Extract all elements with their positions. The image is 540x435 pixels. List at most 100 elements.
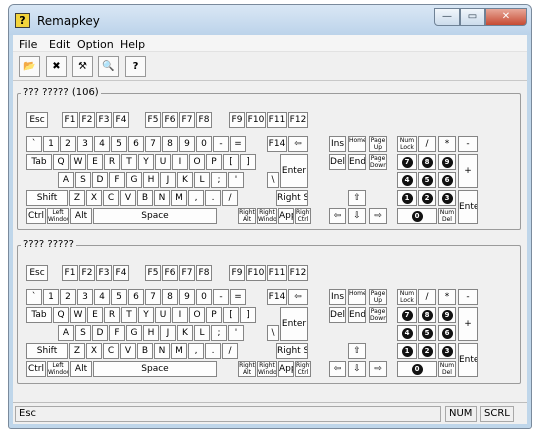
key-m[interactable]: M <box>171 343 187 359</box>
key-f8[interactable]: F8 <box>196 265 212 281</box>
key-f6[interactable]: F6 <box>162 112 178 128</box>
key-comma[interactable]: , <box>188 190 204 206</box>
key-n4[interactable]: 4 <box>397 325 417 341</box>
key-u[interactable]: U <box>155 154 171 170</box>
key-n[interactable]: N <box>154 190 170 206</box>
view-icon[interactable]: 🔍 <box>98 56 119 77</box>
key-j[interactable]: J <box>160 325 176 341</box>
key-n0[interactable]: 0 <box>397 208 437 224</box>
key-numadd[interactable]: + <box>458 154 478 188</box>
key-n1[interactable]: 1 <box>397 190 417 206</box>
key-numsub[interactable]: - <box>458 136 478 152</box>
key-f11[interactable]: F11 <box>267 265 287 281</box>
key-v[interactable]: V <box>120 190 136 206</box>
key-1[interactable]: 1 <box>43 289 59 305</box>
key-f9[interactable]: F9 <box>229 112 245 128</box>
key-x[interactable]: X <box>86 343 102 359</box>
tools-icon[interactable]: ⚒ <box>72 56 93 77</box>
key-3[interactable]: 3 <box>77 289 93 305</box>
key-g[interactable]: G <box>126 325 142 341</box>
key-h[interactable]: H <box>143 325 159 341</box>
key-5[interactable]: 5 <box>111 289 127 305</box>
key-down[interactable]: ⇩ <box>348 208 366 224</box>
key-n2[interactable]: 2 <box>418 343 436 359</box>
key-f11[interactable]: F11 <box>267 112 287 128</box>
key-a[interactable]: A <box>58 172 74 188</box>
key-f7[interactable]: F7 <box>179 112 195 128</box>
key-n7[interactable]: 7 <box>397 307 417 323</box>
key-nummul[interactable]: * <box>438 289 456 305</box>
menu-edit[interactable]: Edit <box>49 38 70 51</box>
key-up[interactable]: ⇧ <box>348 190 366 206</box>
key-n0[interactable]: 0 <box>397 361 437 377</box>
key-alt[interactable]: Alt <box>70 208 92 224</box>
key-n6[interactable]: 6 <box>438 172 456 188</box>
key-u[interactable]: U <box>155 307 171 323</box>
key-del[interactable]: Del <box>329 154 346 170</box>
key-numdiv[interactable]: / <box>418 289 436 305</box>
key-numdel[interactable]: Num Del <box>438 361 456 377</box>
key-f1[interactable]: F1 <box>62 112 78 128</box>
menu-option[interactable]: Option <box>77 38 114 51</box>
key-ctrl[interactable]: Ctrl <box>26 361 46 377</box>
key-rwin[interactable]: Right Windows <box>257 208 277 224</box>
minimize-button[interactable]: — <box>434 8 460 26</box>
key-shift[interactable]: Shift <box>26 190 68 206</box>
remove-icon[interactable]: ✖ <box>46 56 67 77</box>
key-quote[interactable]: ' <box>228 325 244 341</box>
key-tab[interactable]: Tab <box>26 307 52 323</box>
key-v[interactable]: V <box>120 343 136 359</box>
key-numdiv[interactable]: / <box>418 136 436 152</box>
title-bar[interactable]: ? Remapkey — ▭ ✕ <box>9 5 531 35</box>
key-h[interactable]: H <box>143 172 159 188</box>
key-7[interactable]: 7 <box>145 289 161 305</box>
key-f14[interactable]: F14 <box>267 289 287 305</box>
key-f8[interactable]: F8 <box>196 112 212 128</box>
key-a[interactable]: A <box>58 325 74 341</box>
key-l[interactable]: L <box>194 325 210 341</box>
key-f2[interactable]: F2 <box>79 265 95 281</box>
key-s[interactable]: S <box>75 325 91 341</box>
key-rctrl[interactable]: Right Ctrl <box>295 361 311 377</box>
key-app[interactable]: App <box>278 361 294 377</box>
key-comma[interactable]: , <box>188 343 204 359</box>
key-rshift[interactable]: Right Shift <box>276 343 308 359</box>
key-numsub[interactable]: - <box>458 289 478 305</box>
key-minus[interactable]: - <box>213 289 229 305</box>
key-6[interactable]: 6 <box>128 136 144 152</box>
key-f7[interactable]: F7 <box>179 265 195 281</box>
key-f[interactable]: F <box>109 325 125 341</box>
key-0[interactable]: 0 <box>196 136 212 152</box>
key-n3[interactable]: 3 <box>438 343 456 359</box>
key-m[interactable]: M <box>171 190 187 206</box>
key-q[interactable]: Q <box>53 154 69 170</box>
key-p[interactable]: P <box>206 307 222 323</box>
key-n9[interactable]: 9 <box>438 154 456 170</box>
key-w[interactable]: W <box>70 154 86 170</box>
key-f6[interactable]: F6 <box>162 265 178 281</box>
key-rwin[interactable]: Right Windows <box>257 361 277 377</box>
help-icon[interactable]: ? <box>125 56 146 77</box>
key-f[interactable]: F <box>109 172 125 188</box>
menu-help[interactable]: Help <box>120 38 145 51</box>
key-e[interactable]: E <box>87 154 103 170</box>
key-t[interactable]: T <box>121 307 137 323</box>
open-folder-icon[interactable]: 📂 <box>19 56 40 77</box>
key-1[interactable]: 1 <box>43 136 59 152</box>
key-rctrl[interactable]: Right Ctrl <box>295 208 311 224</box>
key-5[interactable]: 5 <box>111 136 127 152</box>
key-down[interactable]: ⇩ <box>348 361 366 377</box>
key-e[interactable]: E <box>87 307 103 323</box>
key-end[interactable]: End <box>348 154 366 170</box>
key-w[interactable]: W <box>70 307 86 323</box>
key-slash[interactable]: / <box>222 190 238 206</box>
key-d[interactable]: D <box>92 325 108 341</box>
key-l[interactable]: L <box>194 172 210 188</box>
key-nummul[interactable]: * <box>438 136 456 152</box>
key-n6[interactable]: 6 <box>438 325 456 341</box>
key-9[interactable]: 9 <box>179 289 195 305</box>
key-f4[interactable]: F4 <box>113 265 129 281</box>
key-n2[interactable]: 2 <box>418 190 436 206</box>
key-home[interactable]: Home <box>348 289 366 305</box>
key-tab[interactable]: Tab <box>26 154 52 170</box>
